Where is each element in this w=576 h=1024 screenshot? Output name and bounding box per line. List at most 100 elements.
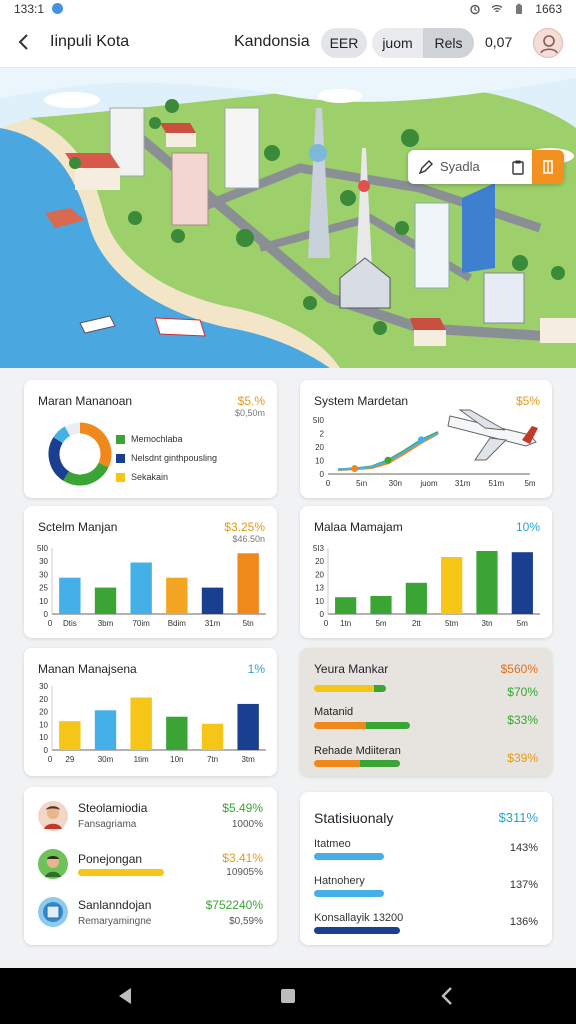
person-name: Steolamiodia	[78, 801, 148, 815]
stats-card[interactable]: Statisiuonaly $311% Itatmeo 143% Hatnohe…	[300, 792, 552, 945]
region-label: Kandonsia	[234, 33, 310, 50]
person-secondary-value: $0,59%	[229, 916, 263, 927]
y-tick-label: 30	[39, 682, 48, 691]
city-map[interactable]: Syadla	[0, 68, 576, 368]
eer-chip[interactable]: EER	[321, 28, 367, 58]
x-tick-label: 3tm	[241, 755, 255, 764]
bar	[201, 587, 224, 614]
bar	[237, 703, 259, 750]
map-filter-button[interactable]	[532, 150, 564, 184]
y-tick-label: 5I0	[37, 544, 49, 553]
bar-chart: 5I3 20 20 13 10 00 1tn 5m 2tt 5tm 3tn 5m	[313, 544, 540, 628]
user-icon	[540, 35, 558, 54]
donut-card[interactable]: Maran Mananoan $5.% $0,50m Memochlaba Ne…	[24, 380, 277, 498]
bar-card-3[interactable]: Manan Manajsena 1% 30 20 20 10 10 0 0 29 30m 1tim…	[24, 648, 277, 776]
y-tick-label: 0	[44, 746, 49, 755]
progress-label: Matanid	[314, 706, 354, 718]
legend-swatch	[116, 434, 125, 444]
person-subtitle: Fansagriama	[78, 819, 137, 830]
bar	[94, 587, 117, 614]
segment-juom[interactable]: juom	[372, 28, 423, 58]
stat-value: 143%	[509, 842, 538, 854]
x-tick-label: 0	[48, 755, 53, 764]
x-tick-label: 2tt	[412, 619, 422, 628]
progress-value: $560%	[500, 662, 538, 676]
person-value: $752240%	[205, 898, 263, 912]
battery-level: 1663	[535, 2, 562, 16]
status-bar: 133:1 1663	[0, 0, 576, 18]
x-tick-label: 3bm	[98, 619, 114, 628]
y-tick-label: 30	[39, 557, 48, 566]
chevron-left-icon[interactable]	[436, 984, 460, 1008]
x-tick-label: 30m	[98, 755, 114, 764]
x-tick-label: 1tn	[340, 619, 351, 628]
bar	[441, 557, 463, 614]
clipboard-icon[interactable]	[510, 159, 526, 175]
progress-bar	[78, 869, 164, 876]
city-illustration	[0, 68, 576, 368]
progress-bar	[314, 685, 386, 692]
line-card[interactable]: System Mardetan $5% 5I0 2 20 10 0 0 5ın 30n juom…	[300, 380, 552, 498]
bar	[94, 710, 117, 750]
card-value: $311%	[498, 810, 538, 825]
bar	[130, 697, 152, 750]
legend-item: Sekakain	[116, 472, 168, 482]
bar	[166, 577, 188, 614]
home-square-icon[interactable]	[276, 984, 300, 1008]
person-icon	[44, 806, 62, 829]
bar	[59, 577, 81, 614]
y-tick-label: 20	[315, 570, 324, 579]
map-search-box[interactable]: Syadla	[408, 150, 564, 184]
header-value: 0,07	[485, 34, 513, 50]
page-title: Iinpuli Kota	[50, 33, 130, 50]
stat-label: Hatnohery	[314, 875, 365, 887]
progress-bar	[314, 722, 410, 729]
x-tick-label: 0	[324, 619, 329, 628]
segment-rels[interactable]: Rels	[423, 28, 474, 58]
y-tick-label: 10	[39, 720, 48, 729]
legend-label: Memochlaba	[131, 434, 183, 444]
notification-icon	[52, 3, 63, 14]
donut-slice	[48, 437, 70, 481]
x-tick-label: 5tn	[243, 619, 254, 628]
x-tick-label: 5m	[517, 619, 528, 628]
x-tick-label: 3tn	[481, 619, 492, 628]
airplane-icon	[447, 409, 538, 461]
x-tick-label: Bdim	[168, 619, 187, 628]
bar	[335, 597, 357, 614]
globe-person-icon	[43, 902, 63, 922]
app-bar: Iinpuli Kota Kandonsia EER juom Rels 0,0…	[0, 18, 576, 68]
battery-icon	[516, 3, 523, 14]
system-nav-bar	[0, 968, 576, 1024]
back-triangle-icon[interactable]	[114, 984, 138, 1008]
bar-card-1[interactable]: Sctelm Manjan $3.25% $46.50n 5I0 30 30 25 10…	[24, 506, 277, 638]
alarm-icon	[470, 4, 480, 15]
y-tick-label: 25	[39, 584, 48, 593]
progress-card[interactable]: Yeura Mankar $560% $70% Matanid $33% Reh…	[300, 648, 552, 776]
card-title: Yeura Mankar	[314, 662, 389, 676]
x-tick-label: 1tim	[134, 755, 149, 764]
legend-swatch	[116, 472, 125, 482]
bar-card-2[interactable]: Malaa Mamajam 10% 5I3 20 20 13 10 0 0 1tn 5m 2tt 5…	[300, 506, 552, 638]
donut-slice	[79, 422, 112, 468]
bar	[511, 552, 533, 614]
bar	[405, 582, 427, 614]
bar-chart: 5I0 30 30 25 10 00 Dtis 3bm 70im Bdim 31m 5tn	[37, 544, 266, 628]
y-tick-label: 10	[39, 597, 48, 606]
y-tick-label: 10	[315, 597, 324, 606]
people-card[interactable]: Steolamiodia Fansagriama $5.49% 1000% Po…	[24, 787, 277, 945]
status-time: 133:1	[14, 2, 45, 16]
avatar	[38, 897, 68, 927]
stat-value: 136%	[509, 916, 538, 928]
donut-slice	[53, 426, 71, 444]
bar	[166, 716, 188, 750]
bar	[237, 553, 259, 614]
bar	[476, 551, 498, 614]
back-button[interactable]	[12, 30, 36, 54]
y-tick-label: 13	[315, 584, 324, 593]
profile-button[interactable]	[533, 28, 563, 58]
map-search-text: Syadla	[440, 159, 480, 174]
legend-swatch	[116, 453, 125, 463]
legend-label: Nelsdnt ginthpousling	[131, 453, 218, 463]
y-tick-label: 5I3	[313, 544, 325, 553]
